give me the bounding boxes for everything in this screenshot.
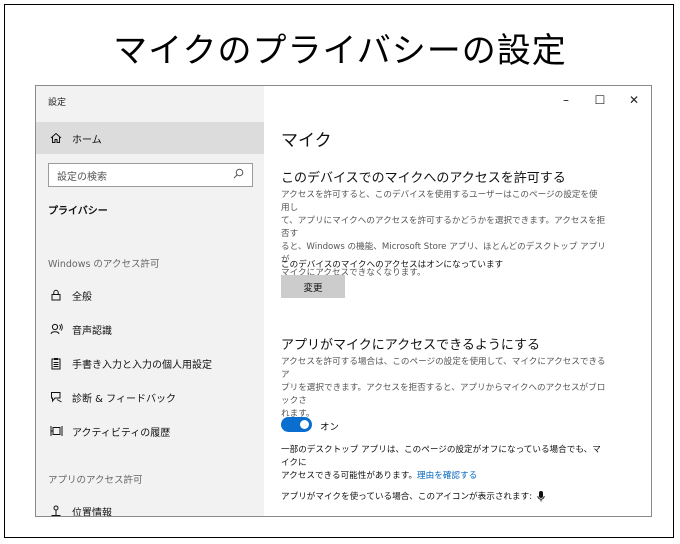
feedback-icon [48,389,64,405]
sidebar-section-privacy: プライバシー [48,206,108,217]
sidebar-item-home[interactable]: ホーム [36,122,264,154]
clipboard-icon [48,355,64,371]
slide-frame: マイクのプライバシーの設定 設定 ホーム 設定の検索 プライバシー Window… [4,4,674,538]
toggle-knob [300,420,309,429]
desc-line: プリを選択できます。アクセスを拒否すると、アプリからマイクへのアクセスがブロック… [281,383,606,406]
sidebar-item-location[interactable]: 位置情報 [36,495,264,517]
device-access-status: このデバイスのマイクへのアクセスはオンになっています [281,260,504,270]
desktop-apps-note: 一部のデスクトップ アプリは、このページの設定がオフになっている場合でも、マイク… [281,444,606,483]
close-button[interactable]: ✕ [617,86,651,114]
change-button[interactable]: 変更 [281,275,345,298]
sidebar-item-speech[interactable]: 音声認識 [36,313,264,345]
app-access-toggle[interactable] [281,417,312,432]
section-heading-app-access: アプリがマイクにアクセスできるようにする [281,338,540,353]
desc-line: アクセスを許可する場合は、このページの設定を使用して、マイクにアクセスできるア [281,357,606,380]
microphone-icon [537,490,545,502]
maximize-button[interactable]: ☐ [583,86,617,114]
desc-line: て、アプリにマイクへのアクセスを許可するかどうかを選択できます。アクセスを拒否す [281,216,606,239]
section-heading-device-access: このデバイスでのマイクへのアクセスを許可する [281,171,566,186]
minimize-button[interactable]: – [549,86,583,114]
search-input[interactable]: 設定の検索 [48,163,253,187]
window-controls: – ☐ ✕ [549,86,651,114]
mic-indicator-info: アプリがマイクを使っている場合、このアイコンが表示されます: [281,490,545,502]
note-line: 一部のデスクトップ アプリは、このページの設定がオフになっている場合でも、マイク… [281,445,601,468]
learn-why-link[interactable]: 理由を確認する [417,471,477,481]
sidebar-item-label: 位置情報 [72,507,112,517]
group-label-windows: Windows のアクセス許可 [48,259,160,270]
sidebar-item-inking-typing[interactable]: 手書き入力と入力の個人用設定 [36,347,264,379]
home-icon [48,130,64,146]
toggle-state-label: オン [320,422,340,433]
desc-line: アクセスを許可すると、このデバイスを使用するユーザーはこのページの設定を使用し [281,190,598,213]
speech-icon [48,321,64,337]
timeline-icon [48,423,64,439]
sidebar-item-label: 診断 & フィードバック [72,393,176,405]
sidebar-item-label: 手書き入力と入力の個人用設定 [72,359,212,371]
app-access-description: アクセスを許可する場合は、このページの設定を使用して、マイクにアクセスできるア … [281,356,606,421]
location-icon [48,503,64,516]
note-text: アクセスできる可能性があります。 [281,471,418,481]
slide-title: マイクのプライバシーの設定 [113,31,567,71]
search-icon [233,168,244,182]
lock-icon [48,287,64,303]
sidebar-item-label: 音声認識 [72,325,112,337]
sidebar-item-label: ホーム [72,134,102,146]
sidebar-item-label: 全般 [72,291,92,303]
sidebar-item-activity-history[interactable]: アクティビティの履歴 [36,415,264,447]
sidebar-item-diagnostics[interactable]: 診断 & フィードバック [36,381,264,413]
sidebar-item-label: アクティビティの履歴 [72,427,171,439]
search-placeholder: 設定の検索 [57,171,107,183]
note-line: アクセスできる可能性があります。理由を確認する [281,470,606,483]
sidebar-item-general[interactable]: 全般 [36,279,264,311]
main-content: – ☐ ✕ マイク このデバイスでのマイクへのアクセスを許可する アクセスを許可… [264,86,651,516]
page-title: マイク [281,131,332,151]
footer-text: アプリがマイクを使っている場合、このアイコンが表示されます: [281,492,533,502]
group-label-apps: アプリのアクセス許可 [48,475,143,486]
window-title: 設定 [48,98,67,108]
settings-window: 設定 ホーム 設定の検索 プライバシー Windows のアクセス許可 全般 音… [35,85,652,517]
sidebar: 設定 ホーム 設定の検索 プライバシー Windows のアクセス許可 全般 音… [36,86,264,516]
